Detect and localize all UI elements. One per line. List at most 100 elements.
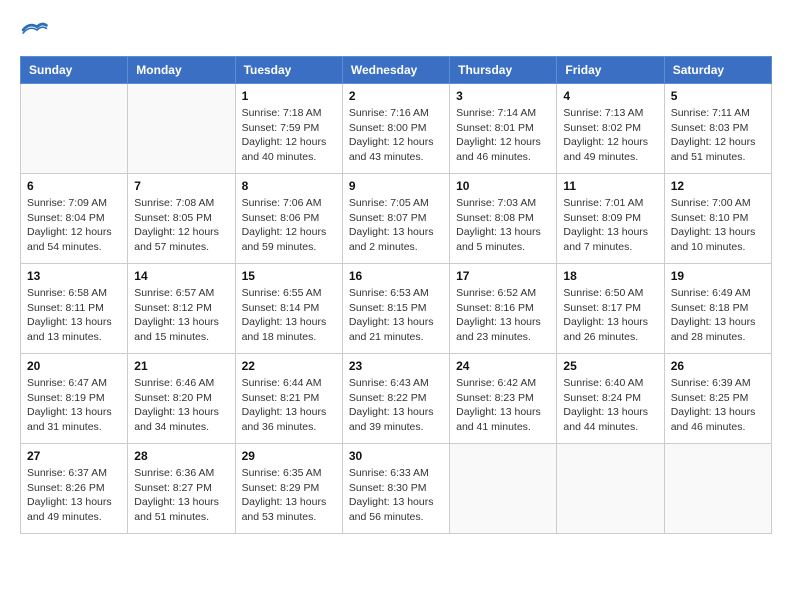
calendar-cell: 14 Sunrise: 6:57 AM Sunset: 8:12 PM Dayli… xyxy=(128,264,235,354)
day-info: Sunrise: 6:57 AM Sunset: 8:12 PM Dayligh… xyxy=(134,286,228,345)
day-number: 20 xyxy=(27,359,121,373)
day-info: Sunrise: 6:44 AM Sunset: 8:21 PM Dayligh… xyxy=(242,376,336,435)
calendar-cell: 20 Sunrise: 6:47 AM Sunset: 8:19 PM Dayli… xyxy=(21,354,128,444)
calendar-week-row: 13 Sunrise: 6:58 AM Sunset: 8:11 PM Dayli… xyxy=(21,264,772,354)
day-number: 23 xyxy=(349,359,443,373)
day-number: 12 xyxy=(671,179,765,193)
calendar-cell xyxy=(557,444,664,534)
day-info: Sunrise: 7:16 AM Sunset: 8:00 PM Dayligh… xyxy=(349,106,443,165)
calendar-week-row: 27 Sunrise: 6:37 AM Sunset: 8:26 PM Dayli… xyxy=(21,444,772,534)
day-info: Sunrise: 6:35 AM Sunset: 8:29 PM Dayligh… xyxy=(242,466,336,525)
calendar-cell: 10 Sunrise: 7:03 AM Sunset: 8:08 PM Dayli… xyxy=(450,174,557,264)
calendar-cell: 4 Sunrise: 7:13 AM Sunset: 8:02 PM Daylig… xyxy=(557,84,664,174)
day-info: Sunrise: 7:05 AM Sunset: 8:07 PM Dayligh… xyxy=(349,196,443,255)
day-number: 6 xyxy=(27,179,121,193)
calendar-cell: 23 Sunrise: 6:43 AM Sunset: 8:22 PM Dayli… xyxy=(342,354,449,444)
day-info: Sunrise: 7:03 AM Sunset: 8:08 PM Dayligh… xyxy=(456,196,550,255)
calendar-cell: 26 Sunrise: 6:39 AM Sunset: 8:25 PM Dayli… xyxy=(664,354,771,444)
day-info: Sunrise: 7:14 AM Sunset: 8:01 PM Dayligh… xyxy=(456,106,550,165)
day-header-saturday: Saturday xyxy=(664,57,771,84)
calendar-cell: 28Sunrise: 6:36 AM Sunset: 8:27 PM Dayli… xyxy=(128,444,235,534)
day-number: 7 xyxy=(134,179,228,193)
calendar-cell: 11 Sunrise: 7:01 AM Sunset: 8:09 PM Dayli… xyxy=(557,174,664,264)
day-info: Sunrise: 6:33 AM Sunset: 8:30 PM Dayligh… xyxy=(349,466,443,525)
day-number: 25 xyxy=(563,359,657,373)
day-info: Sunrise: 6:47 AM Sunset: 8:19 PM Dayligh… xyxy=(27,376,121,435)
day-info: Sunrise: 7:00 AM Sunset: 8:10 PM Dayligh… xyxy=(671,196,765,255)
day-number: 22 xyxy=(242,359,336,373)
day-number: 16 xyxy=(349,269,443,283)
day-info: Sunrise: 6:58 AM Sunset: 8:11 PM Dayligh… xyxy=(27,286,121,345)
calendar-cell: 6 Sunrise: 7:09 AM Sunset: 8:04 PM Daylig… xyxy=(21,174,128,264)
day-info: Sunrise: 6:39 AM Sunset: 8:25 PM Dayligh… xyxy=(671,376,765,435)
day-info: Sunrise: 6:36 AM Sunset: 8:27 PM Dayligh… xyxy=(134,466,228,525)
day-number: 14 xyxy=(134,269,228,283)
day-number: 30 xyxy=(349,449,443,463)
calendar-cell xyxy=(450,444,557,534)
day-info: Sunrise: 6:43 AM Sunset: 8:22 PM Dayligh… xyxy=(349,376,443,435)
day-info: Sunrise: 7:06 AM Sunset: 8:06 PM Dayligh… xyxy=(242,196,336,255)
day-number: 26 xyxy=(671,359,765,373)
page-header xyxy=(20,16,772,44)
calendar-cell: 9 Sunrise: 7:05 AM Sunset: 8:07 PM Daylig… xyxy=(342,174,449,264)
day-number: 1 xyxy=(242,89,336,103)
day-number: 4 xyxy=(563,89,657,103)
day-info: Sunrise: 6:52 AM Sunset: 8:16 PM Dayligh… xyxy=(456,286,550,345)
logo xyxy=(20,16,52,44)
calendar-cell: 5 Sunrise: 7:11 AM Sunset: 8:03 PM Daylig… xyxy=(664,84,771,174)
calendar-cell xyxy=(128,84,235,174)
calendar-table: SundayMondayTuesdayWednesdayThursdayFrid… xyxy=(20,56,772,534)
day-info: Sunrise: 6:40 AM Sunset: 8:24 PM Dayligh… xyxy=(563,376,657,435)
day-info: Sunrise: 6:37 AM Sunset: 8:26 PM Dayligh… xyxy=(27,466,121,525)
day-number: 2 xyxy=(349,89,443,103)
calendar-week-row: 1 Sunrise: 7:18 AM Sunset: 7:59 PM Daylig… xyxy=(21,84,772,174)
day-info: Sunrise: 6:49 AM Sunset: 8:18 PM Dayligh… xyxy=(671,286,765,345)
calendar-cell: 25 Sunrise: 6:40 AM Sunset: 8:24 PM Dayli… xyxy=(557,354,664,444)
calendar-cell: 17 Sunrise: 6:52 AM Sunset: 8:16 PM Dayli… xyxy=(450,264,557,354)
day-number: 11 xyxy=(563,179,657,193)
day-header-tuesday: Tuesday xyxy=(235,57,342,84)
day-number: 13 xyxy=(27,269,121,283)
day-info: Sunrise: 7:11 AM Sunset: 8:03 PM Dayligh… xyxy=(671,106,765,165)
day-number: 19 xyxy=(671,269,765,283)
day-info: Sunrise: 6:46 AM Sunset: 8:20 PM Dayligh… xyxy=(134,376,228,435)
day-number: 17 xyxy=(456,269,550,283)
day-info: Sunrise: 6:53 AM Sunset: 8:15 PM Dayligh… xyxy=(349,286,443,345)
day-header-friday: Friday xyxy=(557,57,664,84)
day-info: Sunrise: 7:01 AM Sunset: 8:09 PM Dayligh… xyxy=(563,196,657,255)
day-info: Sunrise: 7:13 AM Sunset: 8:02 PM Dayligh… xyxy=(563,106,657,165)
day-header-sunday: Sunday xyxy=(21,57,128,84)
calendar-cell: 18Sunrise: 6:50 AM Sunset: 8:17 PM Dayli… xyxy=(557,264,664,354)
calendar-cell: 15Sunrise: 6:55 AM Sunset: 8:14 PM Dayli… xyxy=(235,264,342,354)
day-number: 10 xyxy=(456,179,550,193)
day-info: Sunrise: 7:08 AM Sunset: 8:05 PM Dayligh… xyxy=(134,196,228,255)
day-header-monday: Monday xyxy=(128,57,235,84)
day-number: 9 xyxy=(349,179,443,193)
calendar-cell: 24Sunrise: 6:42 AM Sunset: 8:23 PM Dayli… xyxy=(450,354,557,444)
calendar-cell: 3 Sunrise: 7:14 AM Sunset: 8:01 PM Daylig… xyxy=(450,84,557,174)
calendar-week-row: 6 Sunrise: 7:09 AM Sunset: 8:04 PM Daylig… xyxy=(21,174,772,264)
calendar-cell: 21 Sunrise: 6:46 AM Sunset: 8:20 PM Dayli… xyxy=(128,354,235,444)
calendar-cell: 7 Sunrise: 7:08 AM Sunset: 8:05 PM Daylig… xyxy=(128,174,235,264)
day-number: 5 xyxy=(671,89,765,103)
calendar-cell: 8Sunrise: 7:06 AM Sunset: 8:06 PM Daylig… xyxy=(235,174,342,264)
calendar-cell xyxy=(664,444,771,534)
calendar-week-row: 20 Sunrise: 6:47 AM Sunset: 8:19 PM Dayli… xyxy=(21,354,772,444)
day-number: 3 xyxy=(456,89,550,103)
day-number: 29 xyxy=(242,449,336,463)
logo-icon xyxy=(20,16,48,44)
day-info: Sunrise: 7:09 AM Sunset: 8:04 PM Dayligh… xyxy=(27,196,121,255)
calendar-cell: 12 Sunrise: 7:00 AM Sunset: 8:10 PM Dayli… xyxy=(664,174,771,264)
calendar-cell: 22 Sunrise: 6:44 AM Sunset: 8:21 PM Dayli… xyxy=(235,354,342,444)
calendar-cell xyxy=(21,84,128,174)
day-header-thursday: Thursday xyxy=(450,57,557,84)
calendar-header-row: SundayMondayTuesdayWednesdayThursdayFrid… xyxy=(21,57,772,84)
day-number: 27 xyxy=(27,449,121,463)
day-number: 21 xyxy=(134,359,228,373)
day-info: Sunrise: 6:55 AM Sunset: 8:14 PM Dayligh… xyxy=(242,286,336,345)
day-info: Sunrise: 7:18 AM Sunset: 7:59 PM Dayligh… xyxy=(242,106,336,165)
day-number: 18 xyxy=(563,269,657,283)
calendar-cell: 16 Sunrise: 6:53 AM Sunset: 8:15 PM Dayli… xyxy=(342,264,449,354)
calendar-cell: 19 Sunrise: 6:49 AM Sunset: 8:18 PM Dayli… xyxy=(664,264,771,354)
calendar-cell: 1 Sunrise: 7:18 AM Sunset: 7:59 PM Daylig… xyxy=(235,84,342,174)
